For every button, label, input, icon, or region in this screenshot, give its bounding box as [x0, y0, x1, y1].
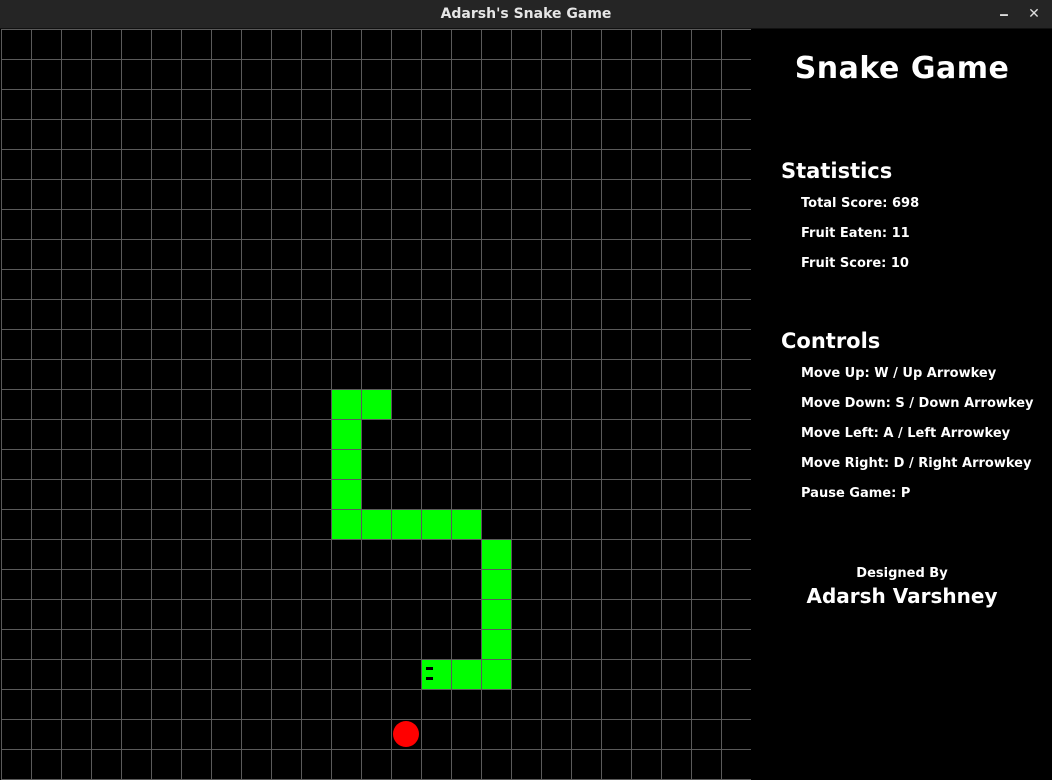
- author-name: Adarsh Varshney: [806, 584, 998, 608]
- control-pause: Pause Game: P: [801, 486, 911, 501]
- game-board-canvas: [1, 29, 751, 780]
- snake-segment: [452, 510, 481, 539]
- game-board[interactable]: [0, 29, 751, 780]
- window-titlebar: Adarsh's Snake Game 🗕 ✕: [0, 0, 1052, 29]
- stat-fruit-score: Fruit Score: 10: [801, 256, 909, 271]
- control-move-up: Move Up: W / Up Arrowkey: [801, 366, 997, 381]
- snake-segment: [452, 660, 481, 689]
- designed-by-label: Designed By: [856, 566, 948, 581]
- snake-segment: [482, 540, 511, 569]
- close-button[interactable]: ✕: [1022, 0, 1046, 29]
- snake-segment: [332, 480, 361, 509]
- info-panel: Snake Game Statistics Total Score: 698 F…: [752, 29, 1052, 780]
- snake-segment: [482, 630, 511, 659]
- snake-eye-upper: [426, 667, 433, 670]
- fruit: [393, 721, 419, 747]
- statistics-heading: Statistics: [781, 159, 893, 183]
- snake-segment: [332, 450, 361, 479]
- snake-head: [422, 660, 451, 689]
- control-move-down: Move Down: S / Down Arrowkey: [801, 396, 1034, 411]
- snake-segment: [332, 510, 361, 539]
- controls-heading: Controls: [781, 329, 881, 353]
- snake-segment: [482, 660, 511, 689]
- snake-eye-lower: [426, 677, 433, 680]
- snake-segment: [362, 510, 391, 539]
- snake-segment: [332, 420, 361, 449]
- control-move-left: Move Left: A / Left Arrowkey: [801, 426, 1011, 441]
- snake-segment: [362, 390, 391, 419]
- stat-fruit-eaten: Fruit Eaten: 11: [801, 226, 910, 241]
- control-move-right: Move Right: D / Right Arrowkey: [801, 456, 1032, 471]
- snake-segment: [392, 510, 421, 539]
- minimize-button[interactable]: 🗕: [992, 0, 1016, 29]
- snake-segment: [332, 390, 361, 419]
- window-title: Adarsh's Snake Game: [440, 6, 612, 22]
- snake-segment: [482, 570, 511, 599]
- snake-segment: [482, 600, 511, 629]
- game-title: Snake Game: [794, 51, 1010, 86]
- stat-total-score: Total Score: 698: [801, 196, 920, 211]
- snake-segment: [422, 510, 451, 539]
